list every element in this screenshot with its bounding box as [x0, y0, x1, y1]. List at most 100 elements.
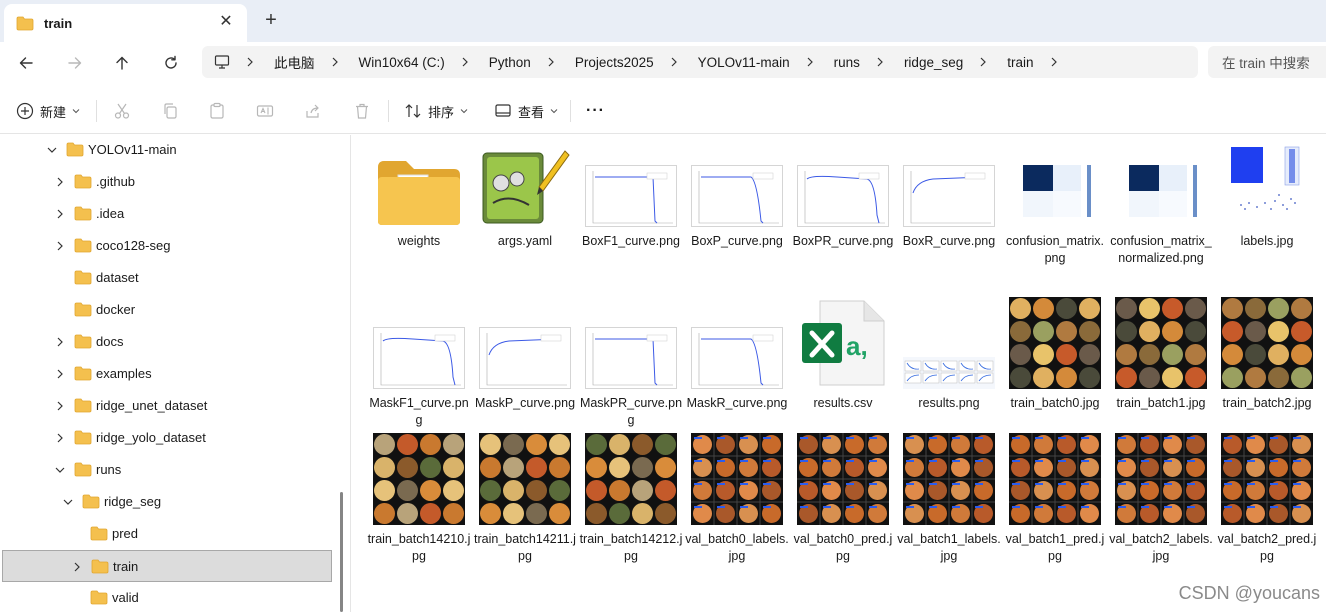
file-item[interactable]: BoxP_curve.png [685, 143, 789, 293]
folder-icon [74, 398, 92, 416]
tree-item[interactable]: ridge_yolo_dataset [2, 422, 332, 454]
file-item[interactable]: train_batch2.jpg [1215, 295, 1319, 445]
chevron-right-icon[interactable] [54, 176, 66, 188]
cut-button[interactable] [113, 98, 131, 124]
folder-icon [74, 334, 92, 352]
search-input[interactable]: 在 train 中搜索 [1208, 46, 1326, 78]
trash-icon [356, 103, 368, 119]
file-item[interactable]: BoxR_curve.png [897, 143, 1001, 293]
tree-item[interactable]: .github [2, 166, 332, 198]
breadcrumb-4[interactable]: YOLOv11-main [698, 55, 790, 70]
more-options-button[interactable]: ··· [586, 98, 605, 124]
tree-item-label: YOLOv11-main [88, 142, 177, 157]
back-button[interactable] [12, 50, 40, 76]
new-button[interactable]: 新建 [16, 98, 80, 124]
delete-button[interactable] [353, 98, 371, 124]
train-batch-thumbnail [1221, 297, 1313, 389]
val-batch-thumbnail [691, 433, 783, 525]
breadcrumb-2[interactable]: Python [489, 55, 531, 70]
file-item[interactable]: val_batch1_labels.jpg [897, 431, 1001, 581]
file-item[interactable]: results.png [897, 295, 1001, 445]
val-batch-thumbnail [1115, 433, 1207, 525]
file-item[interactable]: args.yaml [473, 143, 577, 293]
chevron-right-icon [876, 57, 886, 67]
train-batch-thumbnail [1009, 297, 1101, 389]
file-name: args.yaml [497, 234, 553, 248]
file-item[interactable]: train_batch1.jpg [1109, 295, 1213, 445]
sort-button[interactable]: 排序 [404, 98, 468, 124]
file-item[interactable]: val_batch2_labels.jpg [1109, 431, 1213, 581]
chevron-down-icon[interactable] [54, 464, 66, 476]
file-item[interactable]: val_batch0_pred.jpg [791, 431, 895, 581]
tree-item[interactable]: ridge_unet_dataset [2, 390, 332, 422]
tree-item[interactable]: .idea [2, 198, 332, 230]
tree-item[interactable]: examples [2, 358, 332, 390]
file-item[interactable]: MaskF1_curve.png [367, 295, 471, 445]
file-item[interactable]: MaskR_curve.png [685, 295, 789, 445]
paste-button[interactable] [208, 98, 226, 124]
chevron-right-icon[interactable] [54, 432, 66, 444]
chevron-down-icon[interactable] [62, 496, 74, 508]
rename-button[interactable] [256, 98, 274, 124]
address-bar[interactable]: 此电脑 Win10x64 (C:) Python Projects2025 YO… [202, 46, 1198, 78]
file-item[interactable]: BoxF1_curve.png [579, 143, 683, 293]
chevron-right-icon[interactable] [54, 400, 66, 412]
tree-item[interactable]: docker [2, 294, 332, 326]
file-item[interactable]: confusion_matrix_normalized.png [1109, 143, 1213, 293]
breadcrumb-6[interactable]: ridge_seg [904, 55, 963, 70]
tree-item[interactable]: train [2, 550, 332, 582]
tree-item[interactable]: dataset [2, 262, 332, 294]
file-item[interactable]: val_batch0_labels.jpg [685, 431, 789, 581]
tree-item[interactable]: pred [2, 518, 332, 550]
tree-item[interactable]: YOLOv11-main [2, 135, 332, 166]
file-item[interactable]: train_batch0.jpg [1003, 295, 1107, 445]
chevron-right-icon[interactable] [71, 561, 83, 573]
tree-item[interactable]: valid [2, 582, 332, 612]
view-button[interactable]: 查看 [494, 98, 558, 124]
refresh-button[interactable] [157, 50, 185, 76]
file-item[interactable]: labels.jpg [1215, 143, 1319, 293]
tab-train[interactable]: train ✕ [4, 4, 247, 42]
chevron-down-icon[interactable] [46, 144, 58, 156]
file-item[interactable]: weights [367, 143, 471, 293]
breadcrumb-7[interactable]: train [1007, 55, 1033, 70]
copy-button[interactable] [161, 98, 179, 124]
chevron-right-icon[interactable] [54, 240, 66, 252]
tree-item[interactable]: coco128-seg [2, 230, 332, 262]
tree-item-label: examples [96, 366, 152, 381]
chevron-right-icon[interactable] [1050, 57, 1060, 67]
file-item[interactable]: MaskPR_curve.png [579, 295, 683, 445]
chevron-right-icon[interactable] [54, 208, 66, 220]
file-item[interactable]: MaskP_curve.png [473, 295, 577, 445]
file-item[interactable]: train_batch14211.jpg [473, 431, 577, 581]
tab-title: train [44, 15, 73, 31]
file-item[interactable]: train_batch14210.jpg [367, 431, 471, 581]
breadcrumb-3[interactable]: Projects2025 [575, 55, 654, 70]
new-tab-button[interactable]: + [260, 10, 282, 32]
share-button[interactable] [304, 98, 322, 124]
file-item[interactable]: train_batch14212.jpg [579, 431, 683, 581]
up-button[interactable] [108, 50, 136, 76]
address-row: 此电脑 Win10x64 (C:) Python Projects2025 YO… [0, 42, 1326, 84]
tree-item[interactable]: ridge_seg [2, 486, 332, 518]
breadcrumb-1[interactable]: Win10x64 (C:) [359, 55, 445, 70]
file-item[interactable]: val_batch2_pred.jpg [1215, 431, 1319, 581]
navigation-scrollbar[interactable] [340, 492, 343, 612]
curve-thumbnail [691, 165, 783, 227]
arrow-left-icon [19, 57, 33, 69]
breadcrumb-5[interactable]: runs [834, 55, 860, 70]
tree-item[interactable]: docs [2, 326, 332, 358]
tree-item[interactable]: runs [2, 454, 332, 486]
forward-button[interactable] [61, 50, 89, 76]
chevron-right-icon[interactable] [54, 336, 66, 348]
chevron-down-icon [72, 109, 80, 114]
file-item[interactable]: val_batch1_pred.jpg [1003, 431, 1107, 581]
file-name: val_batch1_pred.jpg [1005, 532, 1105, 563]
file-item[interactable]: confusion_matrix.png [1003, 143, 1107, 293]
breadcrumb-0[interactable]: 此电脑 [274, 52, 315, 72]
chevron-right-icon[interactable] [54, 368, 66, 380]
tree-item-label: pred [112, 526, 139, 541]
file-item[interactable]: BoxPR_curve.png [791, 143, 895, 293]
close-icon[interactable]: ✕ [217, 13, 235, 31]
file-item[interactable]: a, results.csv [791, 295, 895, 445]
